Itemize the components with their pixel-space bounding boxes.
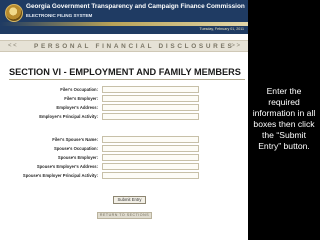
field-label: Spouse's Occupation:: [53, 146, 98, 151]
instruction-panel: Enter the required information in all bo…: [248, 0, 320, 240]
screenshot-panel: Georgia Government Transparency and Camp…: [0, 0, 248, 240]
form-row-employer-activity: Employer's Principal Activity:: [0, 113, 248, 122]
form-row-spouse-occupation: Spouse's Occupation:: [0, 145, 248, 154]
return-to-sections-button[interactable]: RETURN TO SECTIONS: [97, 212, 152, 219]
current-date: Tuesday, February 01, 2011: [199, 27, 244, 31]
form-row-spouse-name: Filer's Spouse's Name:: [0, 136, 248, 145]
double-chevron-left-icon[interactable]: < <: [8, 42, 17, 51]
field-label: Employer's Address:: [56, 105, 98, 110]
section-divider: [9, 79, 245, 80]
filer-occupation-input[interactable]: [102, 86, 199, 93]
spouse-name-input[interactable]: [102, 136, 199, 143]
field-label: Filer's Occupation:: [60, 87, 98, 92]
field-label: Employer's Principal Activity:: [39, 114, 98, 119]
section-title: SECTION VI - EMPLOYMENT AND FAMILY MEMBE…: [9, 67, 241, 77]
field-label: Filer's Employer:: [64, 96, 98, 101]
spouse-occupation-input[interactable]: [102, 145, 199, 152]
double-chevron-right-icon[interactable]: > >: [231, 42, 240, 51]
form-row-filer-occupation: Filer's Occupation:: [0, 86, 248, 95]
nav-title: PERSONAL FINANCIAL DISCLOSURES: [34, 43, 235, 50]
field-label: Spouse's Employer:: [57, 155, 98, 160]
form-row-employer-address: Employer's Address:: [0, 104, 248, 113]
header-gradient-strip: [0, 22, 248, 26]
form-row-filer-employer: Filer's Employer:: [0, 95, 248, 104]
spouse-employer-address-input[interactable]: [102, 163, 199, 170]
field-label: Spouse's Employer Principal Activity:: [22, 173, 98, 178]
state-seal-icon: [5, 4, 23, 22]
form-row-spouse-employer-activity: Spouse's Employer Principal Activity:: [0, 172, 248, 181]
field-label: Filer's Spouse's Name:: [52, 137, 98, 142]
filer-employer-input[interactable]: [102, 95, 199, 102]
spouse-employer-input[interactable]: [102, 154, 199, 161]
instruction-callout-text: Enter the required information in all bo…: [252, 86, 316, 151]
section-nav-bar: < < PERSONAL FINANCIAL DISCLOSURES > >: [0, 40, 248, 52]
header-banner: Georgia Government Transparency and Camp…: [0, 0, 248, 34]
org-title: Georgia Government Transparency and Camp…: [26, 3, 245, 10]
employer-activity-input[interactable]: [102, 113, 199, 120]
system-name: ELECTRONIC FILING SYSTEM: [26, 13, 93, 18]
form-row-spouse-employer-address: Spouse's Employer's Address:: [0, 163, 248, 172]
employer-address-input[interactable]: [102, 104, 199, 111]
spouse-employer-activity-input[interactable]: [102, 172, 199, 179]
form-row-spouse-employer: Spouse's Employer:: [0, 154, 248, 163]
field-label: Spouse's Employer's Address:: [36, 164, 98, 169]
submit-entry-button[interactable]: Submit Entry: [113, 196, 146, 204]
